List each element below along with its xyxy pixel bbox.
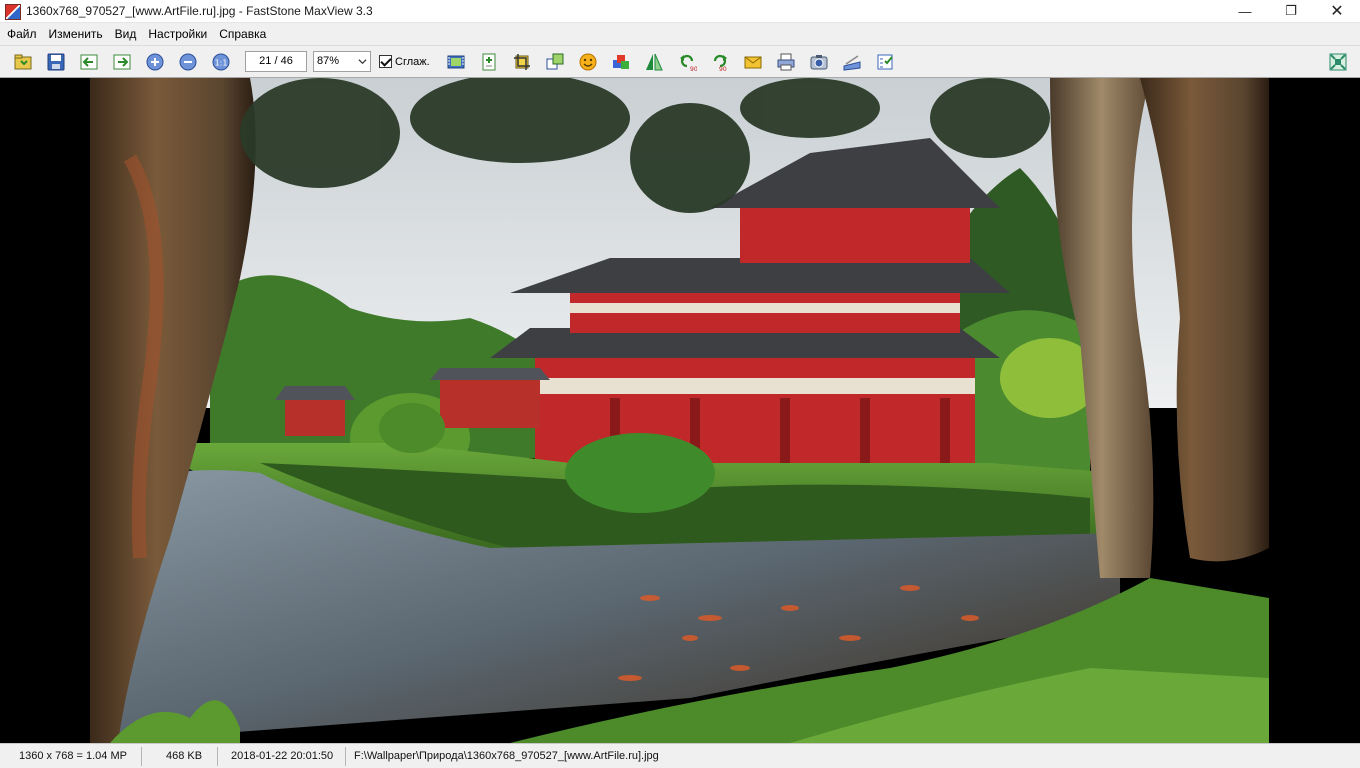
open-icon [14,54,31,69]
minimize-button[interactable]: — [1222,0,1268,23]
save-button[interactable] [44,50,68,74]
rotate-left-button[interactable]: 90 [675,50,699,74]
close-button[interactable]: ✕ [1314,0,1360,23]
emoticon-icon [579,53,597,70]
screenshot-icon [810,54,828,69]
smooth-checkbox[interactable] [379,55,392,68]
email-icon [744,56,762,68]
scanner-button[interactable] [840,50,864,74]
settings-checklist-button[interactable] [873,50,897,74]
svg-text:90: 90 [690,66,697,72]
print-button[interactable] [774,50,798,74]
chevron-down-icon [358,59,367,65]
window-title: 1360x768_970527_[www.ArtFile.ru].jpg - F… [26,4,373,18]
zoom-in-button[interactable] [143,50,167,74]
rotate-left-icon: 90 [680,54,697,72]
maximize-button[interactable]: ❐ [1268,0,1314,23]
title-bar: 1360x768_970527_[www.ArtFile.ru].jpg - F… [0,0,1360,23]
menu-view[interactable]: Вид [109,23,143,45]
open-button[interactable] [11,50,35,74]
resize-icon [546,53,564,69]
previous-icon [80,54,97,69]
scanner-icon [843,54,861,71]
actual-size-icon: 1:1 [212,53,229,70]
color-adjust-icon [613,54,630,69]
app-logo-icon [4,3,21,20]
smooth-label: Сглаж. [395,55,430,68]
next-button[interactable] [110,50,134,74]
copy-to-button[interactable] [477,50,501,74]
flip-button[interactable] [642,50,666,74]
fullscreen-button[interactable] [1326,50,1350,74]
rotate-right-button[interactable]: 90 [708,50,732,74]
screenshot-button[interactable] [807,50,831,74]
svg-text:1:1: 1:1 [214,58,227,67]
status-filesize: 468 KB [142,746,218,766]
emoticon-button[interactable] [576,50,600,74]
menu-file[interactable]: Файл [1,23,43,45]
page-counter[interactable]: 21 / 46 [245,51,307,72]
rotate-right-icon: 90 [714,54,728,72]
status-datetime: 2018-01-22 20:01:50 [218,746,346,766]
image-viewport[interactable] [0,78,1360,743]
zoom-in-icon [146,53,163,70]
smooth-toggle[interactable]: Сглаж. [379,55,430,68]
toolbar: 1:1 21 / 46 87% Сглаж. 90 90 [0,45,1360,78]
resize-button[interactable] [543,50,567,74]
temple-pond-photo [90,78,1269,743]
status-path: F:\Wallpaper\Природа\1360x768_970527_[ww… [354,749,659,762]
copy-to-icon [482,53,496,70]
actual-size-button[interactable]: 1:1 [209,50,233,74]
save-icon [47,53,64,70]
next-icon [113,54,130,69]
status-bar: 1360 x 768 = 1.04 MP 468 KB 2018-01-22 2… [0,743,1360,768]
status-dimensions: 1360 x 768 = 1.04 MP [0,746,142,766]
menu-edit[interactable]: Изменить [43,23,109,45]
flip-icon [646,53,663,70]
slideshow-icon [447,55,465,68]
zoom-value: 87% [317,55,340,67]
menu-settings[interactable]: Настройки [142,23,213,45]
zoom-select[interactable]: 87% [313,51,371,72]
crop-icon [514,53,531,70]
displayed-photo[interactable] [90,78,1269,743]
color-adjust-button[interactable] [609,50,633,74]
menu-bar: Файл Изменить Вид Настройки Справка [0,23,1360,45]
email-button[interactable] [741,50,765,74]
crop-button[interactable] [510,50,534,74]
menu-help[interactable]: Справка [213,23,272,45]
zoom-out-icon [179,53,196,70]
zoom-out-button[interactable] [176,50,200,74]
previous-button[interactable] [77,50,101,74]
slideshow-button[interactable] [444,50,468,74]
fullscreen-icon [1329,53,1346,71]
print-icon [777,53,795,70]
svg-text:90: 90 [719,66,727,72]
settings-checklist-icon [877,54,893,69]
